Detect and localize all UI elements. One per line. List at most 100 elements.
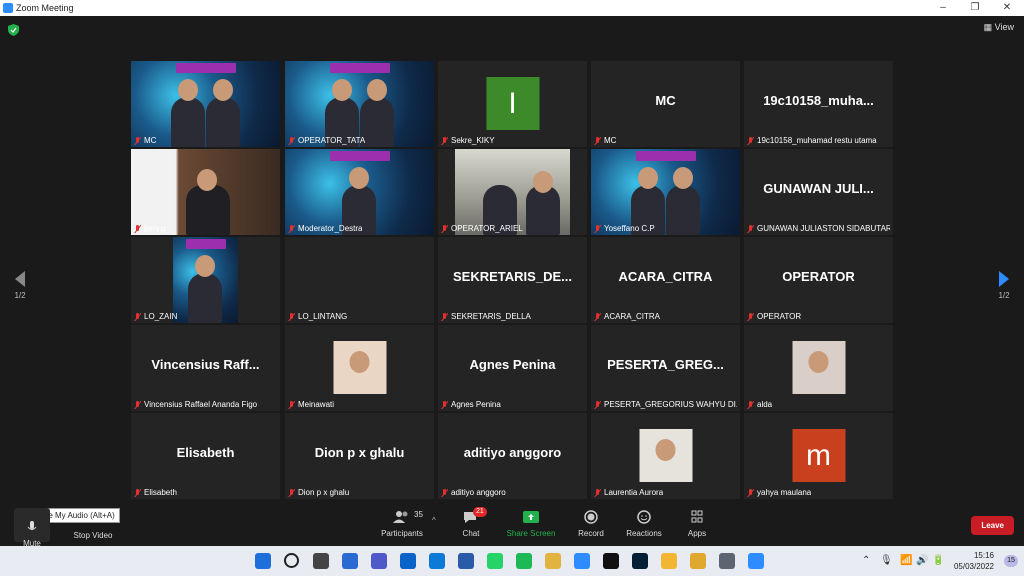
mic-muted-icon (288, 312, 296, 321)
chat-label: Chat (462, 529, 480, 538)
teams-chat-icon[interactable] (371, 553, 387, 569)
participant-tile[interactable]: Moderator_Destra (285, 149, 434, 235)
participant-tile[interactable]: OPERATOR_TATA (285, 61, 434, 147)
record-button[interactable]: Record (576, 510, 606, 538)
search-icon[interactable] (284, 553, 299, 568)
participants-button[interactable]: 35 Participants (380, 510, 424, 538)
participant-tile[interactable]: MC MC (591, 61, 740, 147)
store-icon[interactable] (458, 553, 474, 569)
participants-count: 35 (414, 510, 423, 519)
participant-tile[interactable]: Yoseffano C.P (591, 149, 740, 235)
person-head (349, 167, 369, 189)
participant-tile[interactable]: ACARA_CITRA ACARA_CITRA (591, 237, 740, 323)
mic-muted-icon (441, 400, 449, 409)
avatar: I (486, 77, 539, 130)
participant-tile[interactable]: OPERATOR_ARIEL (438, 149, 587, 235)
participant-tile[interactable]: Agnes Penina Agnes Penina (438, 325, 587, 411)
participant-tile[interactable]: SEKRETARIS_DE... SEKRETARIS_DELLA (438, 237, 587, 323)
mail-icon[interactable] (400, 553, 416, 569)
profile-photo (333, 341, 386, 394)
settings-icon[interactable] (719, 553, 735, 569)
participant-tile[interactable]: Elisabeth Elisabeth (131, 413, 280, 499)
participant-name-label: Meinawati (288, 400, 334, 409)
participant-tile[interactable]: GUNAWAN JULI... GUNAWAN JULIASTON SIDABUT… (744, 149, 893, 235)
share-screen-button[interactable]: Share Screen (504, 510, 558, 538)
next-page-button[interactable]: 1/2 (992, 271, 1016, 300)
participant-tile[interactable]: jerry.g (131, 149, 280, 235)
mic-muted-icon (594, 400, 602, 409)
battery-icon[interactable]: 🔋 (932, 555, 944, 566)
participant-tile[interactable]: PESERTA_GREG... PESERTA_GREGORIUS WAHYU D… (591, 325, 740, 411)
view-button[interactable]: ▦ View (984, 22, 1014, 33)
participant-name-label: alda (747, 400, 772, 409)
security-shield-icon[interactable] (8, 24, 19, 36)
participant-tile[interactable]: Laurentia Aurora (591, 413, 740, 499)
chat-button[interactable]: 21 Chat (456, 507, 487, 538)
share-screen-icon (521, 510, 541, 526)
mic-muted-icon (441, 488, 449, 497)
tray-mic-icon[interactable]: 🎙 (880, 555, 893, 566)
mic-muted-icon (134, 136, 142, 145)
profile-photo (639, 429, 692, 482)
windows-icon[interactable] (255, 553, 271, 569)
participants-caret-icon[interactable]: ^ (432, 516, 436, 525)
reactions-button[interactable]: Reactions (624, 510, 664, 538)
participant-tile[interactable]: Meinawati (285, 325, 434, 411)
participant-tile[interactable]: 19c10158_muha... 19c10158_muhamad restu u… (744, 61, 893, 147)
participant-tile[interactable]: I Sekre_KIKY (438, 61, 587, 147)
clock-date: 05/03/2022 (953, 562, 994, 571)
widgets-icon[interactable] (342, 553, 358, 569)
edge-icon[interactable] (429, 553, 445, 569)
participant-display-name: Vincensius Raff... (151, 357, 260, 372)
chrome-icon[interactable] (545, 553, 561, 569)
mute-button[interactable]: Mute (14, 508, 50, 548)
chrome-alt-icon[interactable] (690, 553, 706, 569)
mic-muted-icon (441, 312, 449, 321)
participant-tile[interactable]: m yahya maulana (744, 413, 893, 499)
system-clock[interactable]: 15:16 05/03/2022 (954, 550, 994, 572)
participant-name-label: SEKRETARIS_DELLA (441, 312, 531, 321)
participant-display-name: Agnes Penina (469, 357, 556, 372)
leave-button[interactable]: Leave (971, 516, 1014, 535)
participant-tile[interactable]: LO_LINTANG (285, 237, 434, 323)
window-title-bar: Zoom Meeting – ❐ ✕ (0, 0, 1024, 16)
stop-video-button[interactable]: Stop Video (70, 531, 116, 540)
participant-tile[interactable]: alda (744, 325, 893, 411)
whatsapp-icon[interactable] (487, 553, 503, 569)
game-icon[interactable] (603, 553, 619, 569)
share-screen-label: Share Screen (506, 529, 556, 538)
task-view-icon[interactable] (313, 553, 329, 569)
mic-muted-icon (134, 400, 142, 409)
participant-name-label: Sekre_KIKY (441, 136, 495, 145)
participant-name-label: 19c10158_muhamad restu utama (747, 136, 877, 145)
minimize-button[interactable]: – (928, 1, 958, 15)
wifi-icon[interactable]: 📶 (900, 555, 912, 566)
close-button[interactable]: ✕ (992, 1, 1022, 15)
person-head (367, 79, 387, 101)
participant-tile[interactable]: OPERATOR OPERATOR (744, 237, 893, 323)
participant-tile[interactable]: MC (131, 61, 280, 147)
participant-display-name: ACARA_CITRA (618, 269, 713, 284)
participants-icon: 35 (392, 510, 423, 526)
participant-tile[interactable]: Dion p x ghalu Dion p x ghalu (285, 413, 434, 499)
participant-tile[interactable]: Vincensius Raff... Vincensius Raffael Ana… (131, 325, 280, 411)
zoom-icon[interactable] (748, 553, 764, 569)
spotify-icon[interactable] (516, 553, 532, 569)
participant-tile[interactable]: LO_ZAIN (131, 237, 280, 323)
person-head (213, 79, 233, 101)
participant-name-label: ACARA_CITRA (594, 312, 660, 321)
mic-muted-icon (288, 224, 296, 233)
app-icon[interactable] (574, 553, 590, 569)
participant-tile[interactable]: aditiyo anggoro aditiyo anggoro (438, 413, 587, 499)
notification-count[interactable]: 15 (1004, 555, 1018, 567)
folder-icon[interactable] (661, 553, 677, 569)
volume-icon[interactable]: 🔊 (916, 555, 928, 566)
person-head (673, 167, 693, 189)
prev-page-button[interactable]: 1/2 (8, 271, 32, 300)
tray-chevron-icon[interactable]: ⌃ (862, 555, 870, 566)
apps-button[interactable]: Apps (684, 510, 710, 538)
participant-name-label: GUNAWAN JULIASTON SIDABUTAR (747, 224, 890, 233)
photoshop-icon[interactable] (632, 553, 648, 569)
participants-label: Participants (381, 529, 423, 538)
restore-button[interactable]: ❐ (960, 1, 990, 15)
